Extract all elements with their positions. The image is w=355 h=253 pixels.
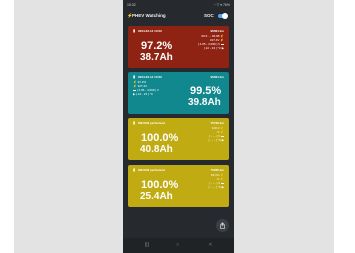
battery-icon: ▮ <box>133 167 136 172</box>
soc-toggle-knob <box>222 13 228 19</box>
back-button[interactable]: < <box>209 238 212 253</box>
card-temperature-line: [ - - - ] °C ▶ <box>208 138 224 142</box>
card-date: 2024-02-14 10:02 <box>138 75 162 79</box>
battery-icon: ▮ <box>133 28 136 33</box>
soc-label: SOC <box>204 13 214 18</box>
card-date: 2024-02-14 10:02 <box>138 29 162 33</box>
battery-card[interactable]: ▮ 2024-02-14 10:02 96564 km 99.5 → 96.88… <box>128 26 229 68</box>
card-percent: 100.0% <box>141 132 179 144</box>
card-percent: 100.0% <box>141 179 179 191</box>
status-bar: 15:32 ◔ ▽ ▾ 76% <box>123 0 234 10</box>
app-bar: ⚡ PHEV Watching SOC <box>123 10 234 22</box>
phone-screen: 15:32 ◔ ▽ ▾ 76% ⚡ PHEV Watching SOC ▮ 20… <box>123 0 234 253</box>
card-capacity: 40.8Ah <box>140 144 173 155</box>
battery-card[interactable]: ▮ DBCKM performed 75266 km 63.1% ⚡ -V ⚡ … <box>128 165 229 207</box>
card-temperature-line: [ - - - ] °C ▶ <box>208 185 224 189</box>
card-percent: 97.2% <box>141 40 173 52</box>
navigation-bar: ||| ○ < <box>123 238 234 253</box>
soc-toggle[interactable] <box>218 13 228 19</box>
recents-button[interactable]: ||| <box>145 238 149 253</box>
app-title: PHEV Watching <box>132 13 166 18</box>
battery-icon: ▮ <box>133 120 136 125</box>
card-capacity: 25.4Ah <box>140 191 173 202</box>
card-percent: 99.5% <box>190 85 222 97</box>
card-odometer: 75266 km <box>210 168 224 172</box>
card-odometer: 96564 km <box>210 29 224 33</box>
card-temperature-line: ▶ [ 22 - 23 ] °C <box>133 92 154 96</box>
card-capacity: 38.7Ah <box>140 52 173 63</box>
battery-icon: ▮ <box>133 74 136 79</box>
card-temperature-line: [ 22 - 23 ] °C ▶ <box>203 46 224 50</box>
home-button[interactable]: ○ <box>176 238 179 253</box>
status-time: 15:32 <box>127 3 136 7</box>
card-odometer: 75738 km <box>210 121 224 125</box>
share-icon <box>220 222 225 229</box>
battery-card[interactable]: ▮ 2024-02-14 10:02 96564 km ⚡ 97.2% ⚡ 32… <box>128 72 229 114</box>
card-date: DBCKM performed <box>138 121 165 125</box>
card-capacity: 39.8Ah <box>188 97 221 108</box>
card-odometer: 96564 km <box>210 75 224 79</box>
status-icons: ◔ ▽ ▾ 76% <box>213 3 231 7</box>
card-date: DBCKM performed <box>138 168 165 172</box>
share-button[interactable] <box>216 219 229 232</box>
battery-card[interactable]: ▮ DBCKM performed 75738 km 100.0 ⚡ -V ⚡ … <box>128 118 229 160</box>
